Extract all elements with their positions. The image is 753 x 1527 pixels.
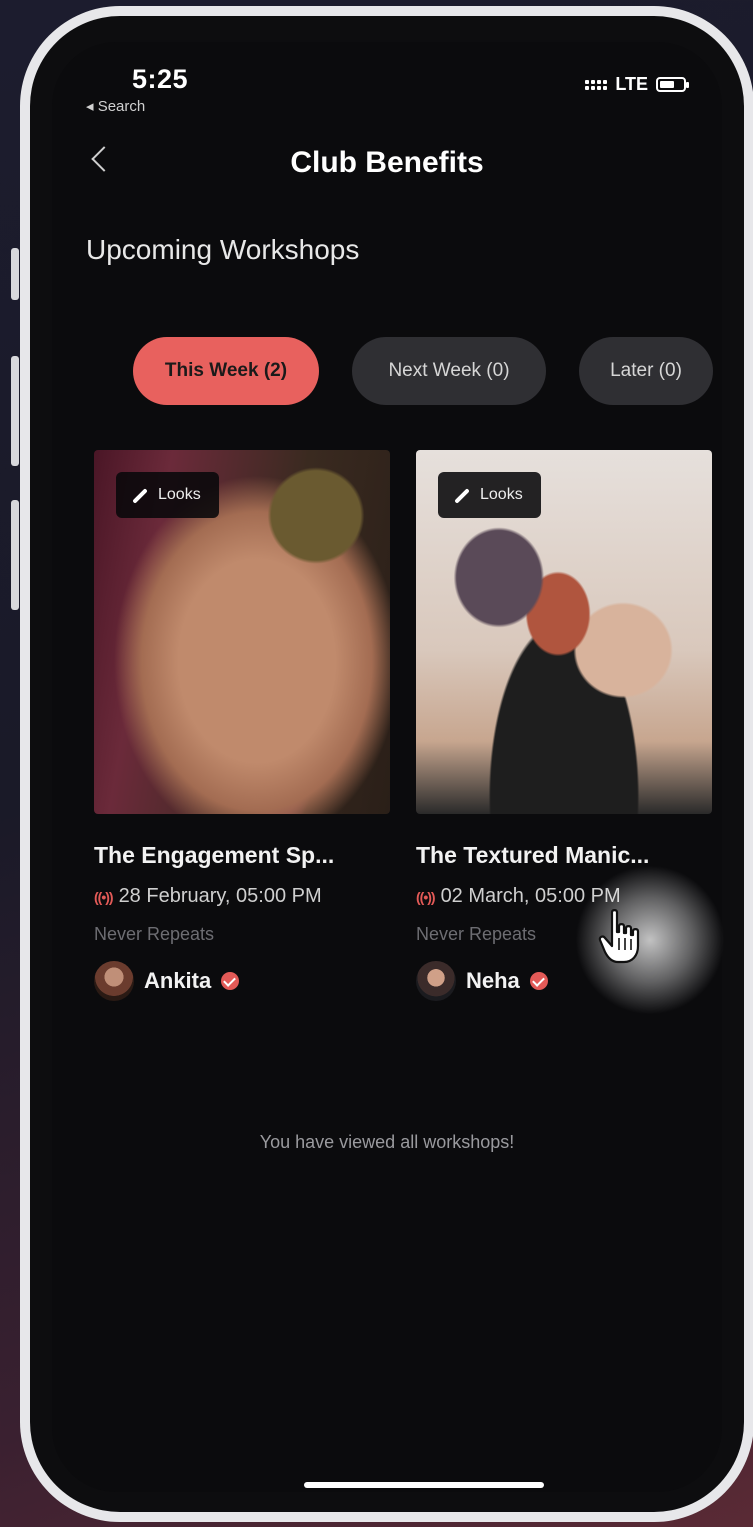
phone-volume-up-button [11, 356, 19, 466]
magic-wand-icon [128, 485, 148, 505]
verified-icon [221, 972, 240, 990]
workshop-title: The Textured Manic... [416, 842, 650, 868]
workshop-thumbnail[interactable]: Looks [94, 450, 390, 814]
status-time: 5:25 [132, 64, 189, 94]
app-screen: 5:25 ◂ Search LTE Club Benefits Upcoming… [52, 42, 722, 1492]
phone-frame: 5:25 ◂ Search LTE Club Benefits Upcoming… [20, 6, 753, 1522]
workshop-date: 28 February, 05:00 PM [118, 885, 322, 907]
workshop-tabs: This Week (2) Next Week (0) Later (0) [52, 337, 722, 407]
live-broadcast-icon: ((•)) [416, 888, 436, 905]
host-name: Neha [466, 968, 520, 993]
host-name: Ankita [144, 968, 212, 993]
battery-icon [656, 77, 689, 92]
signal-icon [585, 79, 608, 90]
tab-later[interactable]: Later (0) [579, 337, 713, 405]
live-broadcast-icon: ((•)) [94, 888, 114, 905]
back-to-search-link[interactable]: ◂ Search [86, 97, 145, 115]
phone-bezel: 5:25 ◂ Search LTE Club Benefits Upcoming… [30, 16, 744, 1512]
tab-this-week[interactable]: This Week (2) [133, 337, 319, 405]
magic-wand-icon [450, 485, 470, 505]
verified-icon [529, 972, 548, 990]
status-indicators: LTE [585, 74, 689, 95]
avatar [94, 961, 134, 1001]
phone-volume-down-button [11, 500, 19, 610]
badge-label: Looks [480, 486, 523, 503]
hand-pointer-icon [598, 909, 640, 964]
badge-label: Looks [158, 486, 201, 503]
workshop-date-row: ((•)) 28 February, 05:00 PM [94, 885, 390, 908]
tab-next-week[interactable]: Next Week (0) [352, 337, 546, 405]
workshop-thumbnail[interactable]: Looks [416, 450, 712, 814]
section-title: Upcoming Workshops [86, 234, 360, 265]
network-label: LTE [615, 74, 648, 94]
workshop-title: The Engagement Sp... [94, 842, 335, 868]
avatar [416, 961, 456, 1001]
host-row[interactable]: Ankita [94, 961, 390, 1001]
end-of-list-message: You have viewed all workshops! [259, 1132, 515, 1152]
workshop-card[interactable]: Looks The Engagement Sp... ((•)) 28 Febr… [94, 450, 390, 1001]
page-title: Club Benefits [290, 146, 484, 179]
home-indicator[interactable] [304, 1482, 544, 1488]
category-badge: Looks [438, 472, 541, 518]
workshop-repeat: Never Repeats [94, 924, 215, 944]
category-badge: Looks [116, 472, 219, 518]
phone-mute-switch [11, 248, 19, 300]
